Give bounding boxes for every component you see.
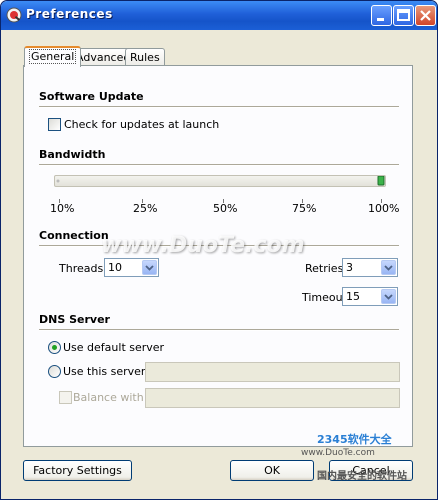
balance-with-label: Balance with: [73, 391, 148, 404]
tick-label-100: 100% [368, 202, 400, 215]
dropdown-button[interactable] [142, 260, 157, 275]
software-update-heading: Software Update [39, 90, 144, 103]
check-updates-checkbox[interactable] [48, 118, 61, 131]
use-this-server-label: Use this server: [63, 365, 149, 378]
factory-settings-button[interactable]: Factory Settings [23, 460, 132, 481]
divider [39, 106, 399, 108]
minimize-icon [377, 18, 384, 21]
app-icon [6, 7, 22, 23]
tab-general-label: General [29, 49, 77, 64]
threads-select[interactable]: 10 [104, 258, 159, 277]
chevron-down-icon [145, 265, 154, 271]
ok-button[interactable]: OK [230, 460, 314, 481]
maximize-button[interactable] [393, 5, 414, 26]
retries-label: Retries: [305, 262, 348, 275]
close-icon [420, 10, 431, 21]
slider-start-icon [56, 179, 60, 183]
balance-input[interactable] [145, 388, 400, 408]
timeout-select[interactable]: 15 [342, 287, 398, 306]
watermark-text: www.DuoTe.com [101, 233, 305, 258]
retries-value: 3 [346, 261, 353, 274]
server-input[interactable] [145, 362, 400, 382]
title-bar[interactable]: Preferences [1, 1, 437, 30]
threads-label: Threads: [59, 262, 107, 275]
retries-select[interactable]: 3 [342, 258, 398, 277]
use-default-server-label: Use default server [63, 341, 165, 354]
chevron-down-icon [384, 265, 393, 271]
maximize-icon [397, 9, 410, 21]
preferences-window: Preferences General Advanced Rules Softw… [0, 0, 438, 500]
connection-heading: Connection [39, 229, 109, 242]
tab-general[interactable]: General [24, 46, 82, 67]
tick-label-25: 25% [133, 202, 158, 215]
bandwidth-heading: Bandwidth [39, 148, 106, 161]
divider [39, 329, 399, 331]
tick-label-10: 10% [50, 202, 75, 215]
dns-server-heading: DNS Server [39, 313, 110, 326]
tick-label-50: 50% [213, 202, 238, 215]
use-default-server-radio[interactable] [48, 341, 61, 354]
watermark-site: www.DuoTe.com [301, 448, 375, 458]
threads-value: 10 [108, 261, 122, 274]
watermark-brand: 2345软件大全 [317, 433, 392, 446]
watermark-slogan: 国内最安全的软件站 [317, 471, 407, 482]
divider [39, 164, 399, 166]
tab-advanced-label: Advanced [76, 51, 131, 64]
tab-rules-label: Rules [130, 51, 160, 64]
bandwidth-slider[interactable] [54, 175, 386, 187]
balance-with-checkbox[interactable] [59, 391, 72, 404]
dropdown-button[interactable] [381, 289, 396, 304]
window-title: Preferences [26, 7, 113, 21]
slider-thumb-icon[interactable] [377, 176, 385, 186]
use-this-server-radio[interactable] [48, 365, 61, 378]
dropdown-button[interactable] [381, 260, 396, 275]
chevron-down-icon [384, 294, 393, 300]
tab-rules[interactable]: Rules [125, 48, 165, 66]
check-updates-label: Check for updates at launch [64, 118, 220, 131]
tick-label-75: 75% [292, 202, 317, 215]
timeout-value: 15 [346, 290, 360, 303]
minimize-button[interactable] [371, 5, 392, 26]
radio-selected-dot [52, 345, 57, 350]
close-button[interactable] [415, 5, 436, 26]
